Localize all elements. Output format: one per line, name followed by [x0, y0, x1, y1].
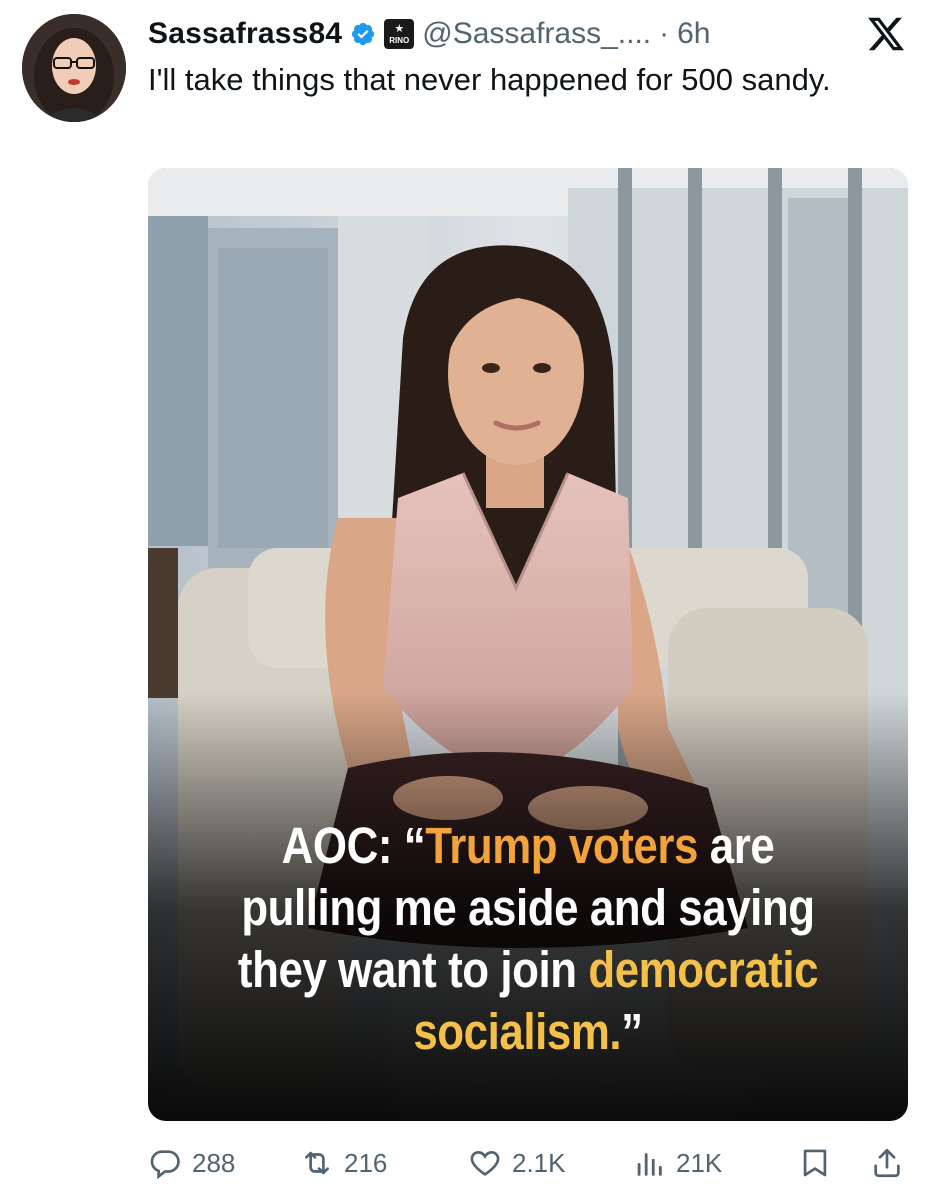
affiliation-badge[interactable]: ★ RINO: [384, 19, 415, 49]
avatar[interactable]: [22, 14, 126, 122]
star-icon: ★: [394, 22, 405, 35]
views-count: 21K: [676, 1147, 723, 1178]
caption-highlight-1: Trump voters: [425, 817, 698, 874]
verified-icon: [352, 22, 375, 46]
repost-icon: [305, 1151, 329, 1175]
tweet-header: Sassafrass84 ★ RINO @Sassafrass_.... · 6…: [148, 14, 711, 54]
repost-count: 216: [344, 1147, 388, 1178]
share-button[interactable]: [870, 1146, 904, 1180]
bookmark-button[interactable]: [798, 1146, 832, 1180]
reply-button[interactable]: 288: [148, 1146, 235, 1180]
display-name[interactable]: Sassafrass84: [148, 17, 342, 51]
like-button[interactable]: 2.1K: [468, 1146, 566, 1180]
action-bar: 288 216 2.1K 21K: [148, 1138, 908, 1188]
reply-icon: [150, 1150, 180, 1180]
image-caption: AOC: “Trump voters are pulling me aside …: [237, 817, 819, 1060]
handle[interactable]: @Sassafrass_....: [422, 17, 651, 51]
reply-count: 288: [192, 1147, 236, 1178]
x-logo-icon[interactable]: [866, 14, 906, 54]
tweet-image[interactable]: AOC: “Trump voters are pulling me aside …: [148, 168, 908, 1121]
like-count: 2.1K: [512, 1147, 566, 1178]
bookmark-icon: [803, 1149, 827, 1177]
repost-button[interactable]: 216: [300, 1146, 387, 1180]
views-button[interactable]: 21K: [632, 1146, 722, 1180]
share-icon: [874, 1148, 900, 1178]
timestamp[interactable]: 6h: [677, 17, 710, 51]
views-icon: [637, 1153, 662, 1176]
tweet-text: I'll take things that never happened for…: [148, 62, 831, 97]
separator-dot: ·: [659, 17, 670, 50]
like-icon: [470, 1151, 500, 1176]
